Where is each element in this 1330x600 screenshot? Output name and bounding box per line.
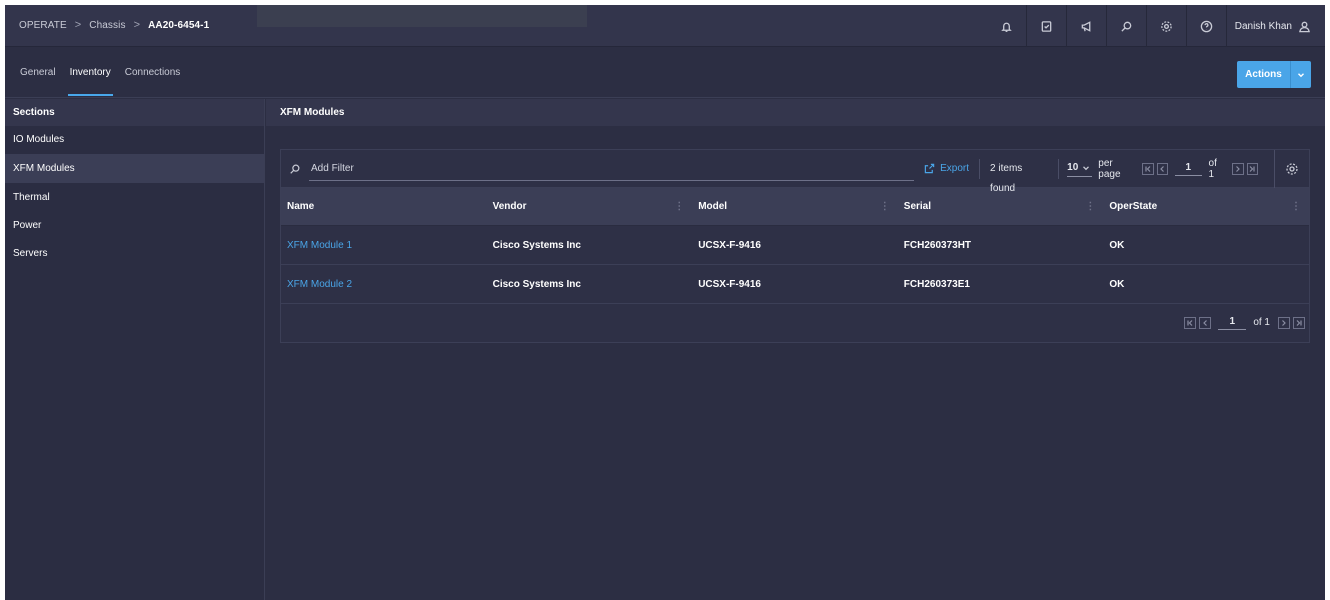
page-total: of 1 — [1253, 317, 1270, 328]
table-row[interactable]: XFM Module 1 Cisco Systems Inc UCSX-F-94… — [281, 226, 1309, 265]
breadcrumb-separator: > — [133, 19, 141, 31]
chevron-down-icon[interactable] — [1291, 61, 1311, 88]
per-page-select[interactable]: 10 — [1067, 160, 1093, 177]
sections-sidebar: Sections IO Modules XFM Modules Thermal … — [5, 99, 265, 600]
page-title: XFM Modules — [266, 99, 1325, 126]
last-page-button[interactable] — [1246, 162, 1259, 175]
sort-icon: ⋮ — [1290, 201, 1301, 212]
tab-connections[interactable]: Connections — [118, 47, 188, 98]
module-name-link[interactable]: XFM Module 2 — [281, 265, 487, 304]
actions-label[interactable]: Actions — [1237, 61, 1291, 88]
sidebar-item-thermal[interactable]: Thermal — [5, 183, 264, 212]
sidebar-item-power[interactable]: Power — [5, 212, 264, 240]
chevron-down-icon — [1083, 165, 1090, 170]
sort-icon: ⋮ — [674, 201, 685, 212]
per-page-label: per page — [1098, 157, 1121, 180]
page-controls: 1 of 1 — [1142, 157, 1259, 180]
tab-general[interactable]: General — [13, 47, 63, 98]
table-header: Name Vendor ⋮ Model ⋮ Serial ⋮ OperState ⋮ — [281, 188, 1309, 226]
prev-page-button[interactable] — [1199, 316, 1212, 329]
column-header-vendor[interactable]: Vendor ⋮ — [487, 188, 693, 226]
search-icon — [290, 164, 300, 174]
vendor-cell: Cisco Systems Inc — [492, 240, 581, 251]
page-total: of 1 — [1208, 157, 1217, 180]
serial-cell: FCH260373E1 — [903, 279, 970, 290]
breadcrumb-operate[interactable]: OPERATE — [19, 20, 67, 31]
per-page-value: 10 — [1067, 162, 1079, 173]
table-footer-pagination: 1 of 1 — [281, 304, 1309, 341]
top-header: OPERATE > Chassis > AA20-6454-1 Danish K… — [5, 5, 1325, 47]
column-header-serial[interactable]: Serial ⋮ — [898, 188, 1104, 226]
tab-inventory[interactable]: Inventory — [63, 47, 118, 98]
pagination: 10 per page 1 of 1 — [1059, 158, 1266, 180]
sidebar-item-servers[interactable]: Servers — [5, 240, 264, 268]
sidebar-item-io-modules[interactable]: IO Modules — [5, 126, 264, 154]
column-header-name[interactable]: Name — [281, 188, 487, 226]
table-settings-button[interactable] — [1274, 149, 1309, 188]
sidebar-title: Sections — [5, 99, 264, 126]
vendor-cell: Cisco Systems Inc — [492, 279, 581, 290]
last-page-button[interactable] — [1293, 316, 1305, 329]
filter-input[interactable]: Add Filter — [289, 150, 915, 188]
table-controls: Export 2 items found 10 per page 1 of 1 — [914, 149, 1309, 194]
xfm-modules-table: Add Filter Export 2 items found 10 per p… — [280, 149, 1310, 343]
operstate-cell: OK — [1109, 279, 1125, 290]
filter-placeholder: Add Filter — [311, 163, 354, 174]
prev-page-button[interactable] — [1156, 162, 1169, 175]
sort-icon: ⋮ — [1085, 201, 1096, 212]
serial-cell: FCH260373HT — [903, 240, 972, 251]
user-menu[interactable]: Danish Khan — [1235, 20, 1311, 33]
first-page-button[interactable] — [1142, 162, 1154, 175]
export-label: Export — [940, 163, 970, 174]
table-row[interactable]: XFM Module 2 Cisco Systems Inc UCSX-F-94… — [281, 265, 1309, 304]
gear-icon[interactable] — [1147, 5, 1187, 47]
export-button[interactable]: Export — [914, 158, 981, 179]
sort-icon: ⋮ — [879, 201, 890, 212]
page-number-input[interactable]: 1 — [1175, 162, 1202, 176]
megaphone-icon[interactable] — [1067, 5, 1107, 47]
column-header-operstate[interactable]: OperState ⋮ — [1103, 188, 1309, 226]
model-cell: UCSX-F-9416 — [698, 279, 761, 290]
first-page-button[interactable] — [1184, 316, 1197, 329]
model-cell: UCSX-F-9416 — [698, 240, 761, 251]
breadcrumb: OPERATE > Chassis > AA20-6454-1 — [19, 19, 209, 31]
app-window: OPERATE > Chassis > AA20-6454-1 Danish K… — [5, 5, 1325, 600]
page-controls: 1 of 1 — [1184, 316, 1305, 330]
next-page-button[interactable] — [1232, 162, 1244, 175]
column-header-model[interactable]: Model ⋮ — [692, 188, 898, 226]
user-icon — [1299, 21, 1310, 32]
breadcrumb-current: AA20-6454-1 — [148, 19, 210, 31]
breadcrumb-separator: > — [74, 19, 82, 31]
items-found: 2 items found — [980, 158, 1060, 194]
tabs: General Inventory Connections — [13, 47, 187, 98]
next-page-button[interactable] — [1278, 316, 1290, 329]
bell-icon[interactable] — [987, 5, 1027, 47]
operstate-cell: OK — [1109, 240, 1125, 251]
help-icon[interactable] — [1187, 5, 1227, 47]
header-banner — [257, 5, 587, 27]
page-number-input[interactable]: 1 — [1218, 316, 1247, 330]
tab-bar: General Inventory Connections Actions — [5, 47, 1325, 98]
sidebar-item-xfm-modules[interactable]: XFM Modules — [5, 154, 264, 183]
gear-icon — [1286, 162, 1298, 175]
actions-button[interactable]: Actions — [1237, 61, 1311, 88]
table-toolbar: Add Filter Export 2 items found 10 per p… — [281, 149, 1309, 194]
module-name-link[interactable]: XFM Module 1 — [281, 226, 487, 265]
task-icon[interactable] — [1027, 5, 1067, 47]
main-content: XFM Modules Add Filter Export 2 items fo… — [266, 99, 1325, 600]
user-name: Danish Khan — [1234, 20, 1292, 32]
search-icon[interactable] — [1107, 5, 1147, 47]
header-toolbar: Danish Khan — [987, 5, 1311, 47]
breadcrumb-chassis[interactable]: Chassis — [89, 20, 125, 31]
export-icon — [924, 163, 935, 174]
